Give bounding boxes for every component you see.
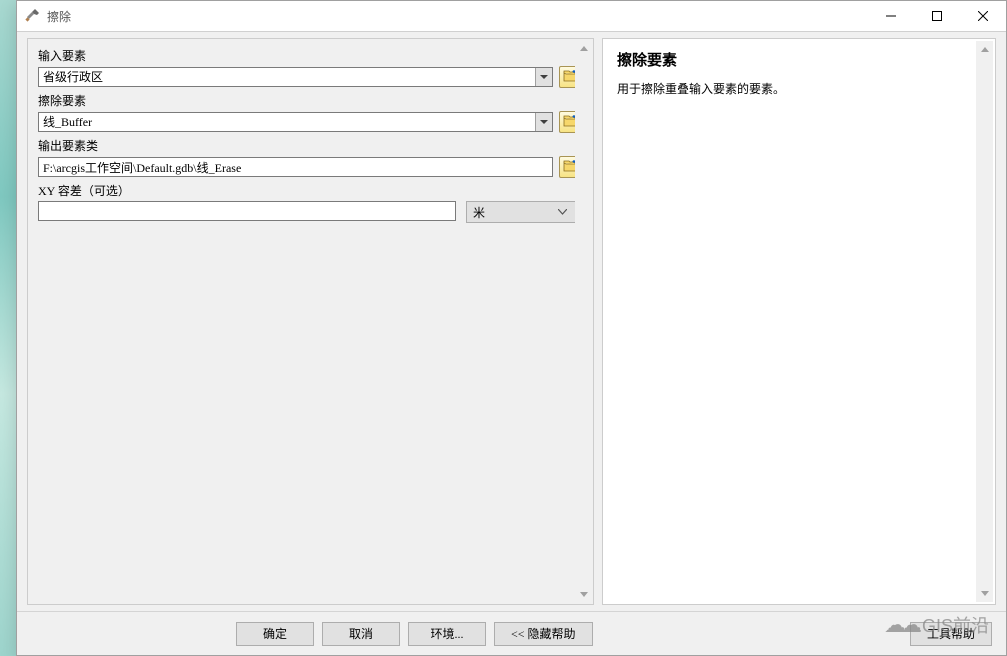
backdrop-map bbox=[0, 0, 16, 656]
output-class-label: 输出要素类 bbox=[38, 137, 583, 154]
tool-help-button[interactable]: 工具帮助 bbox=[910, 622, 992, 646]
tolerance-row: XY 容差（可选） 米 bbox=[38, 182, 583, 223]
button-bar: 确定 取消 环境... << 隐藏帮助 工具帮助 bbox=[17, 611, 1006, 655]
window-controls bbox=[868, 1, 1006, 31]
erase-features-label: 擦除要素 bbox=[38, 92, 583, 109]
parameters-pane: 输入要素 省级行政区 擦除要素 bbox=[27, 38, 594, 605]
close-button[interactable] bbox=[960, 1, 1006, 31]
tolerance-unit-combo[interactable]: 米 bbox=[466, 201, 576, 223]
dialog-body: 输入要素 省级行政区 擦除要素 bbox=[17, 32, 1006, 611]
input-features-label: 输入要素 bbox=[38, 47, 583, 64]
maximize-button[interactable] bbox=[914, 1, 960, 31]
hammer-icon bbox=[25, 8, 41, 24]
erase-features-row: 擦除要素 线_Buffer bbox=[38, 92, 583, 133]
input-features-combo[interactable]: 省级行政区 bbox=[38, 67, 553, 87]
erase-features-combo[interactable]: 线_Buffer bbox=[38, 112, 553, 132]
environments-button[interactable]: 环境... bbox=[408, 622, 486, 646]
help-body: 用于擦除重叠输入要素的要素。 bbox=[617, 80, 981, 99]
dialog-window: 擦除 输入要素 省级行政区 bbox=[16, 0, 1007, 656]
cancel-button[interactable]: 取消 bbox=[322, 622, 400, 646]
hide-help-button[interactable]: << 隐藏帮助 bbox=[494, 622, 593, 646]
input-features-value: 省级行政区 bbox=[43, 68, 535, 86]
help-title: 擦除要素 bbox=[617, 49, 981, 70]
titlebar: 擦除 bbox=[17, 1, 1006, 32]
scroll-up-icon[interactable] bbox=[976, 41, 993, 58]
erase-features-value: 线_Buffer bbox=[43, 113, 535, 131]
tolerance-unit-value: 米 bbox=[473, 204, 485, 221]
scroll-down-icon[interactable] bbox=[976, 585, 993, 602]
output-class-input[interactable] bbox=[38, 157, 553, 177]
output-class-row: 输出要素类 bbox=[38, 137, 583, 178]
chevron-down-icon[interactable] bbox=[535, 68, 552, 86]
left-scrollbar[interactable] bbox=[575, 40, 592, 603]
input-features-row: 输入要素 省级行政区 bbox=[38, 47, 583, 88]
minimize-button[interactable] bbox=[868, 1, 914, 31]
help-pane: 擦除要素 用于擦除重叠输入要素的要素。 bbox=[602, 38, 996, 605]
chevron-down-icon[interactable] bbox=[535, 113, 552, 131]
chevron-down-icon[interactable] bbox=[555, 209, 569, 215]
scroll-down-icon[interactable] bbox=[575, 586, 592, 603]
ok-button[interactable]: 确定 bbox=[236, 622, 314, 646]
scroll-up-icon[interactable] bbox=[575, 40, 592, 57]
window-title: 擦除 bbox=[47, 8, 71, 25]
help-scrollbar[interactable] bbox=[976, 41, 993, 602]
tolerance-input[interactable] bbox=[38, 201, 456, 221]
tolerance-label: XY 容差（可选） bbox=[38, 182, 583, 199]
